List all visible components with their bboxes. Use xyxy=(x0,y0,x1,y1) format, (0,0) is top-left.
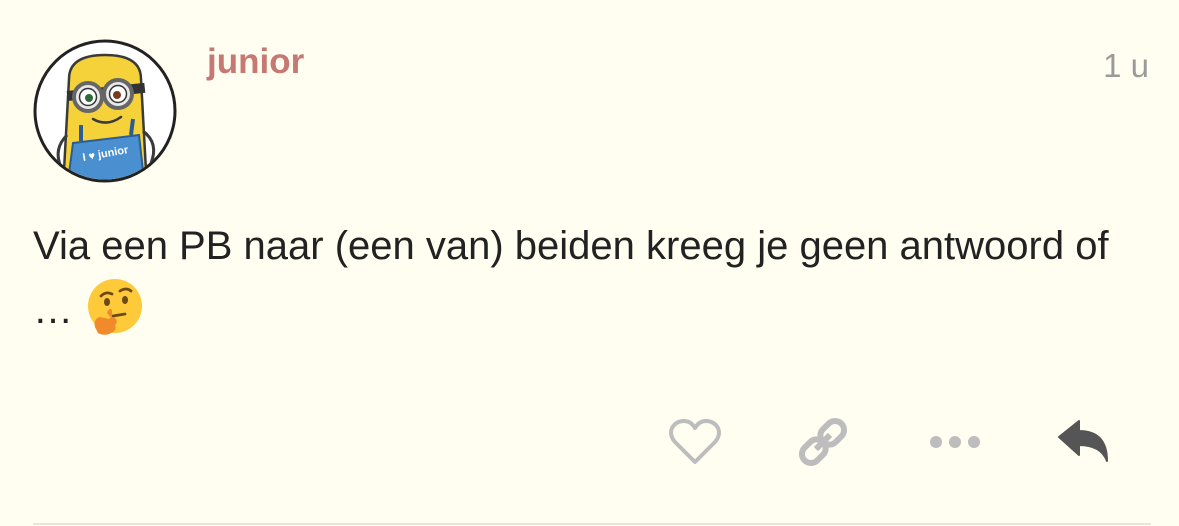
thinking-face-icon xyxy=(88,279,142,335)
more-options-button[interactable] xyxy=(925,412,985,472)
post-divider xyxy=(33,523,1151,525)
link-icon xyxy=(798,417,848,467)
reply-button[interactable] xyxy=(1053,412,1113,472)
post-username[interactable]: junior xyxy=(207,42,304,82)
heart-icon xyxy=(669,419,721,464)
user-avatar[interactable]: I ♥ junior xyxy=(33,39,177,183)
post-body: Via een PB naar (een van) beiden kreeg j… xyxy=(33,216,1133,341)
post: I ♥ junior junior 1 u Via een PB naar (e… xyxy=(0,0,1179,526)
post-date[interactable]: 1 u xyxy=(1103,46,1149,86)
post-actions xyxy=(0,412,1179,472)
minion-avatar-icon: I ♥ junior xyxy=(33,39,177,183)
post-text: Via een PB naar (een van) beiden kreeg j… xyxy=(33,224,1120,332)
like-button[interactable] xyxy=(665,412,725,472)
copy-link-button[interactable] xyxy=(793,412,853,472)
reply-icon xyxy=(1058,420,1108,462)
ellipsis-icon xyxy=(930,436,980,448)
